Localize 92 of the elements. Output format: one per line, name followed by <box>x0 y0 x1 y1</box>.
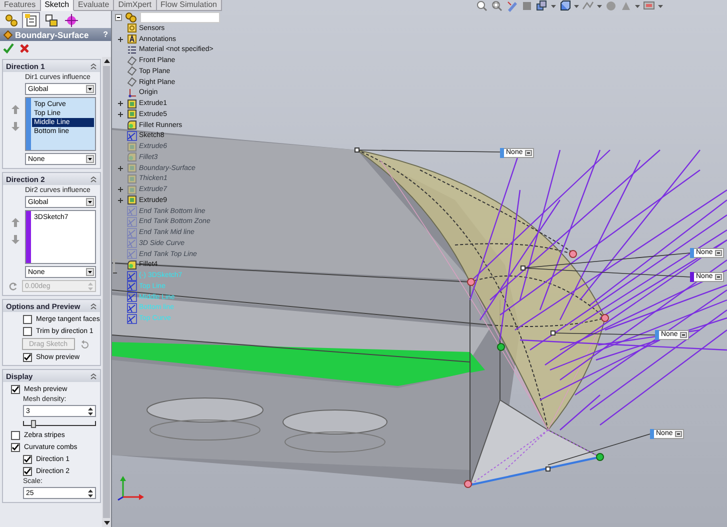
connector-point <box>596 453 604 461</box>
dropdown-caret-icon[interactable] <box>680 332 687 338</box>
feature-icon <box>127 184 137 195</box>
manager-tab[interactable] <box>22 12 40 29</box>
target-icon <box>64 13 78 28</box>
check-icon <box>12 386 19 392</box>
expand-icon[interactable] <box>118 101 122 106</box>
end-point <box>569 250 577 258</box>
dropdown-caret-icon[interactable] <box>86 198 94 206</box>
expand-icon[interactable] <box>118 36 122 42</box>
axis-triad-icon <box>115 475 145 501</box>
fillet-icon <box>127 260 137 270</box>
sketch-icon <box>127 270 137 281</box>
end-point <box>467 278 475 286</box>
sketch-icon <box>127 281 137 292</box>
handle-point <box>546 466 550 472</box>
sketch-icon <box>127 206 137 216</box>
plane-icon <box>127 56 137 66</box>
handle-point <box>354 148 360 152</box>
sketch-icon <box>127 314 137 324</box>
configuration-icon <box>44 13 58 28</box>
material-icon <box>127 44 137 55</box>
cancel-icon[interactable] <box>19 43 30 54</box>
move-up-icon[interactable] <box>10 105 20 114</box>
feature-tree-icon <box>4 13 18 28</box>
sensor-icon <box>127 23 137 34</box>
spinner-arrows-icon[interactable] <box>87 488 94 498</box>
feature-icon <box>127 142 137 152</box>
pencil-icon[interactable] <box>506 0 518 12</box>
move-down-icon[interactable] <box>10 235 20 244</box>
expand-icon[interactable] <box>118 112 122 117</box>
scrollbar[interactable] <box>102 57 111 527</box>
monitor-icon[interactable] <box>643 0 655 12</box>
surface-icon <box>3 30 13 40</box>
sketch-icon <box>127 130 137 141</box>
fillet-icon <box>127 120 137 130</box>
origin-icon <box>127 88 137 98</box>
plane-icon <box>127 77 137 88</box>
property-sheet-icon <box>24 13 38 28</box>
feature-icon <box>127 109 137 120</box>
expand-icon[interactable] <box>118 166 122 171</box>
plane-icon <box>127 66 137 76</box>
dropdown-caret-icon[interactable] <box>86 155 94 163</box>
tab[interactable]: Evaluate <box>74 0 114 11</box>
zoom-to-fit-icon[interactable] <box>476 0 488 12</box>
spinner-arrows-icon[interactable] <box>87 406 94 416</box>
views-icon[interactable] <box>536 0 548 12</box>
dropdown-caret-icon[interactable] <box>714 250 722 256</box>
check-icon <box>24 354 31 360</box>
feature-icon <box>127 195 137 206</box>
panel-title: Boundary-Surface <box>15 30 90 40</box>
expand-icon[interactable] <box>118 187 122 192</box>
end-point <box>601 314 609 322</box>
tab[interactable]: Sketch <box>40 0 74 11</box>
tab[interactable]: Features <box>0 0 41 11</box>
handle-point <box>550 330 556 336</box>
sketch-icon <box>127 238 137 248</box>
sketch-icon <box>127 302 137 313</box>
collapse-icon[interactable] <box>115 14 122 20</box>
zoom-area-icon[interactable] <box>491 0 503 12</box>
move-up-icon[interactable] <box>10 218 20 227</box>
annotation-icon <box>127 34 137 44</box>
sketch-icon <box>127 216 137 227</box>
end-point <box>464 480 472 488</box>
tab[interactable]: Flow Simulation <box>156 0 222 11</box>
sketch-icon <box>127 249 137 260</box>
manager-tab[interactable] <box>62 12 80 29</box>
cube-icon[interactable] <box>559 0 571 12</box>
scroll-thumb[interactable] <box>103 66 110 518</box>
undo-icon[interactable] <box>80 340 89 348</box>
slider-thumb[interactable] <box>31 420 36 428</box>
feature-icon <box>127 98 137 109</box>
expand-icon[interactable] <box>118 198 122 203</box>
dropdown-caret-icon[interactable] <box>524 150 532 156</box>
dropdown-caret-icon[interactable] <box>674 431 682 437</box>
sketch-icon <box>127 292 137 302</box>
feature-icon <box>127 174 137 184</box>
handle-point <box>520 266 526 270</box>
move-down-icon[interactable] <box>10 122 20 131</box>
dropdown-caret-icon[interactable] <box>86 85 94 93</box>
ok-checkmark-icon[interactable] <box>3 43 14 54</box>
rotate-icon <box>9 282 18 290</box>
dropdown-caret-icon[interactable] <box>714 274 722 280</box>
part-icon <box>124 12 138 22</box>
sketch-icon <box>127 228 137 238</box>
fillet-icon <box>127 152 137 162</box>
tab[interactable]: DimXpert <box>114 0 157 11</box>
tree-filter-field[interactable] <box>140 12 220 22</box>
dropdown-caret-icon[interactable] <box>86 268 94 276</box>
feature-icon <box>127 163 137 174</box>
slider-track[interactable] <box>23 421 96 426</box>
connector-point <box>497 343 505 351</box>
